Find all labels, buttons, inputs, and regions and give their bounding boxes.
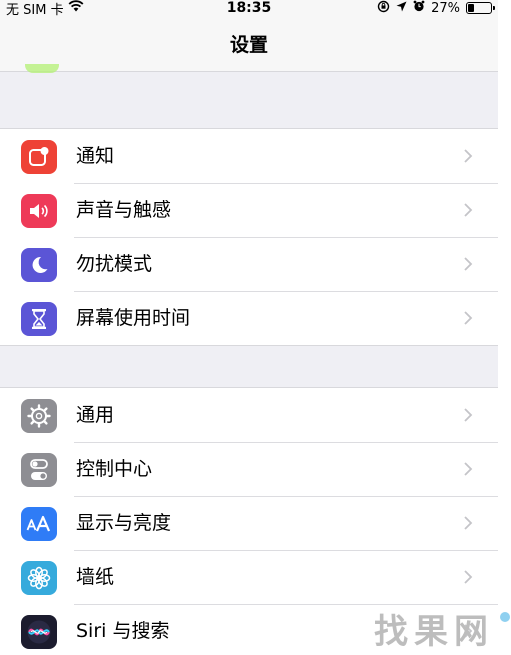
row-label: 显示与亮度 xyxy=(76,512,172,534)
scrolled-row-icon xyxy=(25,64,59,73)
speaker-icon xyxy=(21,194,57,228)
location-icon xyxy=(396,1,407,16)
flower-icon xyxy=(21,561,57,595)
settings-row-screen-time[interactable]: 屏幕使用时间 xyxy=(0,291,498,345)
battery-fill xyxy=(468,4,475,12)
chevron-right-icon xyxy=(464,149,473,163)
page-margin xyxy=(498,0,511,655)
chevron-right-icon xyxy=(464,462,473,476)
settings-row-sounds[interactable]: 声音与触感 xyxy=(0,183,498,237)
row-label: Siri 与搜索 xyxy=(76,620,170,642)
alarm-icon xyxy=(413,0,425,16)
chevron-right-icon xyxy=(464,311,473,325)
row-label: 屏幕使用时间 xyxy=(76,307,191,329)
row-label: 墙纸 xyxy=(76,566,115,588)
row-label: 通知 xyxy=(76,145,115,167)
settings-row-do-not-disturb[interactable]: 勿扰模式 xyxy=(0,237,498,291)
text-size-icon xyxy=(21,507,57,541)
navigation-bar: 设置 xyxy=(0,16,498,72)
row-label: 控制中心 xyxy=(76,458,153,480)
watermark-text: 找果网 xyxy=(374,612,494,652)
toggles-icon xyxy=(21,453,57,487)
watermark-dot xyxy=(500,612,510,622)
battery-tip xyxy=(493,6,495,10)
page-title: 设置 xyxy=(229,34,268,56)
hourglass-icon xyxy=(21,302,57,336)
settings-row-notifications[interactable]: 通知 xyxy=(0,129,498,183)
row-label: 勿扰模式 xyxy=(76,253,153,275)
moon-icon xyxy=(21,248,57,282)
notifications-icon xyxy=(21,140,57,174)
chevron-right-icon xyxy=(464,203,473,217)
chevron-right-icon xyxy=(464,257,473,271)
battery-percent: 27% xyxy=(431,0,460,16)
status-bar: 无 SIM 卡 18:35 27% xyxy=(0,0,498,18)
settings-row-display[interactable]: 显示与亮度 xyxy=(0,496,498,550)
siri-icon xyxy=(21,615,57,649)
battery-icon xyxy=(466,2,495,14)
row-label: 通用 xyxy=(76,404,115,426)
settings-screen: 无 SIM 卡 18:35 27% 设置 通知 声音与触感 勿扰模式 屏幕使用时… xyxy=(0,0,498,655)
settings-row-wallpaper[interactable]: 墙纸 xyxy=(0,550,498,604)
status-right: 27% xyxy=(377,0,495,17)
settings-row-general[interactable]: 通用 xyxy=(0,388,498,442)
settings-row-control-center[interactable]: 控制中心 xyxy=(0,442,498,496)
lock-rotation-icon xyxy=(377,0,390,17)
gear-icon xyxy=(21,399,57,433)
chevron-right-icon xyxy=(464,408,473,422)
chevron-right-icon xyxy=(464,516,473,530)
row-label: 声音与触感 xyxy=(76,199,172,221)
chevron-right-icon xyxy=(464,570,473,584)
settings-group-1: 通知 声音与触感 勿扰模式 屏幕使用时间 xyxy=(0,128,498,346)
